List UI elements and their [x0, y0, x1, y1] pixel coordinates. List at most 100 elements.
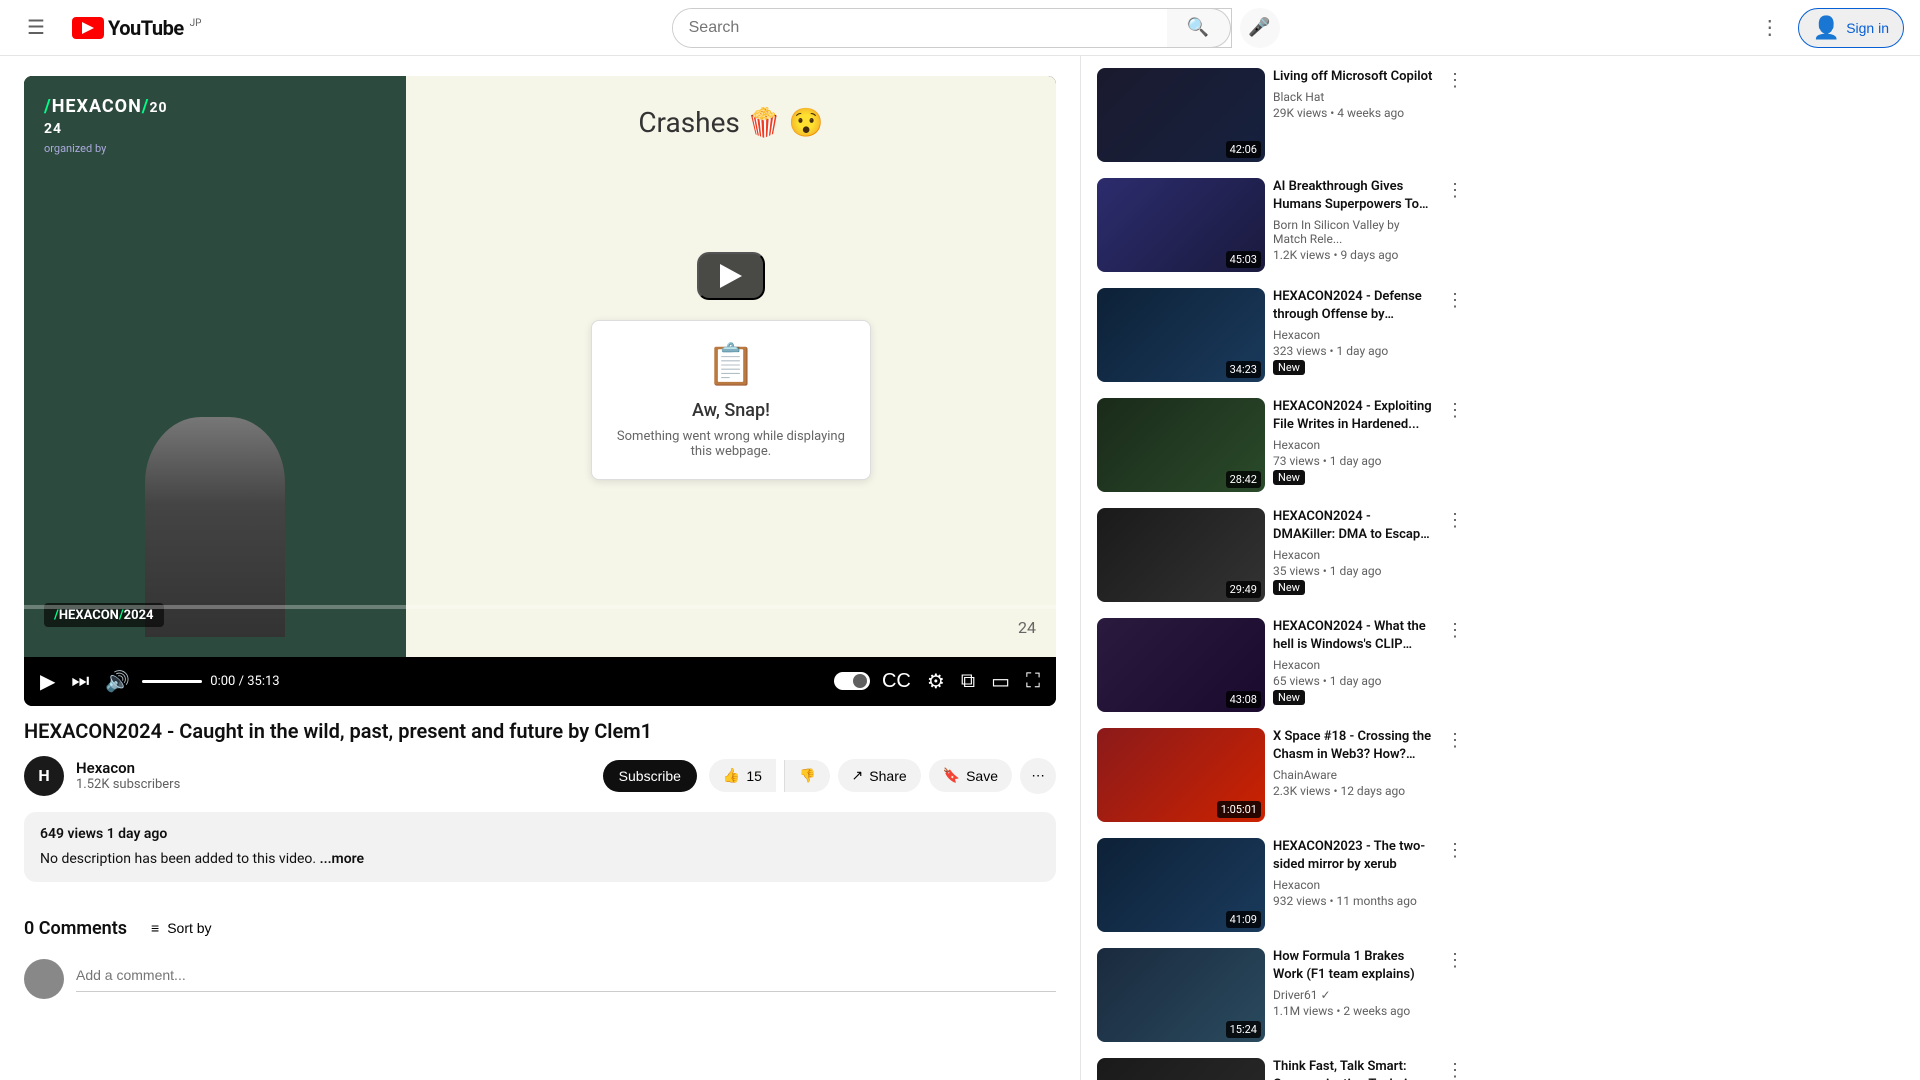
sidebar-thumbnail: 1:05:01: [1097, 728, 1265, 822]
channel-name[interactable]: Hexacon: [76, 759, 591, 777]
hexacon-brand-left: /HEXACON/2024: [44, 96, 168, 138]
sidebar-info: AI Breakthrough Gives Humans Superpowers…: [1273, 178, 1436, 272]
new-badge: New: [1273, 360, 1305, 375]
sidebar-meta: 29K views • 4 weeks ago: [1273, 106, 1436, 120]
thumbs-down-icon: 👎: [799, 768, 816, 783]
sidebar-more-button[interactable]: ⋮: [1444, 508, 1466, 533]
channel-row: H Hexacon 1.52K subscribers Subscribe 👍 …: [24, 756, 1056, 796]
sidebar-thumbnail: 43:08: [1097, 618, 1265, 712]
sidebar-more-button[interactable]: ⋮: [1444, 618, 1466, 643]
comment-input[interactable]: [76, 959, 1056, 992]
sidebar-more-button[interactable]: ⋮: [1444, 1058, 1466, 1080]
video-controls: ▶ ⏭ 🔊 0:00 / 35:13 CC ⚙ ⧉ ▭: [24, 657, 1056, 706]
sidebar-title: HEXACON2024 - Exploiting File Writes in …: [1273, 398, 1436, 434]
sidebar-item[interactable]: 45:03 AI Breakthrough Gives Humans Super…: [1093, 174, 1470, 276]
subtitles-button[interactable]: CC: [878, 666, 915, 697]
sidebar-meta: 323 views • 1 day ago: [1273, 344, 1436, 358]
crashes-text: Crashes 🍿 😯: [638, 106, 823, 139]
sidebar-channel: Hexacon: [1273, 438, 1436, 452]
dislike-button[interactable]: 👎: [784, 760, 830, 792]
sidebar-more-button[interactable]: ⋮: [1444, 68, 1466, 93]
sidebar-item[interactable]: 1:05:01 X Space #18 - Crossing the Chasm…: [1093, 724, 1470, 826]
sign-in-label: Sign in: [1846, 20, 1889, 36]
user-icon: 👤: [1813, 15, 1840, 41]
logo-area[interactable]: YouTube JP: [72, 16, 201, 40]
settings-button[interactable]: ⚙: [923, 665, 949, 698]
header-center: 🔍 🎤: [201, 8, 1749, 48]
sidebar-info: HEXACON2023 - The two-sided mirror by xe…: [1273, 838, 1436, 932]
description-text: No description has been added to this vi…: [40, 851, 316, 867]
sidebar-title: AI Breakthrough Gives Humans Superpowers…: [1273, 178, 1436, 214]
youtube-logo-icon: [72, 17, 104, 39]
hamburger-button[interactable]: ☰: [16, 8, 56, 48]
slide-number: 24: [1018, 618, 1036, 637]
sidebar-item[interactable]: 34:23 HEXACON2024 - Defense through Offe…: [1093, 284, 1470, 386]
comments-count: 0 Comments: [24, 918, 127, 939]
more-actions-button[interactable]: ⋯: [1020, 758, 1056, 794]
sidebar-more-button[interactable]: ⋮: [1444, 288, 1466, 313]
sidebar-item[interactable]: Think Fast, Talk Smart: Communication Te…: [1093, 1054, 1470, 1080]
toggle-switch[interactable]: [834, 672, 870, 690]
sidebar-title: HEXACON2023 - The two-sided mirror by xe…: [1273, 838, 1436, 874]
play-pause-button[interactable]: ▶: [36, 665, 59, 698]
sidebar-item[interactable]: 29:49 HEXACON2024 - DMAKiller: DMA to Es…: [1093, 504, 1470, 606]
save-icon: 🔖: [943, 767, 960, 784]
sidebar-channel: Hexacon: [1273, 548, 1436, 562]
sidebar-title: How Formula 1 Brakes Work (F1 team expla…: [1273, 948, 1436, 984]
snap-card: 📋 Aw, Snap! Something went wrong while d…: [591, 320, 871, 480]
sidebar-meta: 932 views • 11 months ago: [1273, 894, 1436, 908]
video-background: /HEXACON/2024 organized by /HEXACON/2024: [24, 76, 1056, 657]
new-badge: New: [1273, 690, 1305, 705]
save-button[interactable]: 🔖 Save: [929, 759, 1012, 792]
thumb-duration: 42:06: [1226, 141, 1261, 158]
sidebar-meta: 73 views • 1 day ago: [1273, 454, 1436, 468]
sidebar-info: How Formula 1 Brakes Work (F1 team expla…: [1273, 948, 1436, 1042]
sidebar: 42:06 Living off Microsoft Copilot Black…: [1080, 56, 1482, 1080]
sidebar-item[interactable]: 43:08 HEXACON2024 - What the hell is Win…: [1093, 614, 1470, 716]
search-input[interactable]: [673, 9, 1167, 47]
like-button[interactable]: 👍 15: [709, 759, 776, 792]
share-button[interactable]: ↗ Share: [838, 759, 921, 792]
volume-button[interactable]: 🔊: [101, 665, 134, 698]
sidebar-thumbnail: 28:42: [1097, 398, 1265, 492]
next-button[interactable]: ⏭: [67, 666, 93, 697]
autoplay-toggle[interactable]: [834, 672, 870, 690]
fullscreen-button[interactable]: ⛶: [1022, 666, 1044, 697]
more-dots-icon: ⋯: [1031, 768, 1044, 784]
thumbs-up-icon: 👍: [723, 767, 740, 784]
video-player: /HEXACON/2024 organized by /HEXACON/2024: [24, 76, 1056, 706]
progress-bar-container[interactable]: [24, 605, 1056, 609]
sidebar-item[interactable]: 15:24 How Formula 1 Brakes Work (F1 team…: [1093, 944, 1470, 1046]
miniplayer-button[interactable]: ⧉: [957, 666, 979, 697]
more-options-button[interactable]: ⋮: [1750, 8, 1790, 48]
toggle-knob: [853, 674, 867, 688]
sidebar-more-button[interactable]: ⋮: [1444, 178, 1466, 203]
search-button[interactable]: 🔍: [1167, 8, 1231, 48]
play-button-overlay[interactable]: [697, 252, 765, 300]
channel-info: Hexacon 1.52K subscribers: [76, 759, 591, 792]
sidebar-title: X Space #18 - Crossing the Chasm in Web3…: [1273, 728, 1436, 764]
sidebar-more-button[interactable]: ⋮: [1444, 948, 1466, 973]
total-time: 35:13: [247, 674, 279, 689]
subscribe-button[interactable]: Subscribe: [603, 760, 697, 792]
action-buttons: 👍 15 👎 ↗ Share 🔖 Save ⋯: [709, 758, 1056, 794]
more-icon: ⋮: [1760, 15, 1780, 40]
mic-button[interactable]: 🎤: [1240, 8, 1280, 48]
thumb-duration: 45:03: [1226, 251, 1261, 268]
description-more[interactable]: ...more: [320, 851, 364, 867]
sidebar-item[interactable]: 28:42 HEXACON2024 - Exploiting File Writ…: [1093, 394, 1470, 496]
theater-button[interactable]: ▭: [987, 665, 1014, 698]
sidebar-more-button[interactable]: ⋮: [1444, 398, 1466, 423]
sidebar-more-button[interactable]: ⋮: [1444, 838, 1466, 863]
sidebar-item[interactable]: 41:09 HEXACON2023 - The two-sided mirror…: [1093, 834, 1470, 936]
volume-slider[interactable]: [142, 680, 202, 683]
sidebar-meta: 65 views • 1 day ago: [1273, 674, 1436, 688]
sidebar-more-button[interactable]: ⋮: [1444, 728, 1466, 753]
video-title: HEXACON2024 - Caught in the wild, past, …: [24, 718, 1056, 744]
thumb-duration: 43:08: [1226, 691, 1261, 708]
sign-in-button[interactable]: 👤 Sign in: [1798, 8, 1904, 48]
video-info: HEXACON2024 - Caught in the wild, past, …: [24, 706, 1056, 894]
sidebar-item[interactable]: 42:06 Living off Microsoft Copilot Black…: [1093, 64, 1470, 166]
sidebar-thumbnail: 29:49: [1097, 508, 1265, 602]
sort-button[interactable]: ≡ Sort by: [151, 920, 212, 936]
